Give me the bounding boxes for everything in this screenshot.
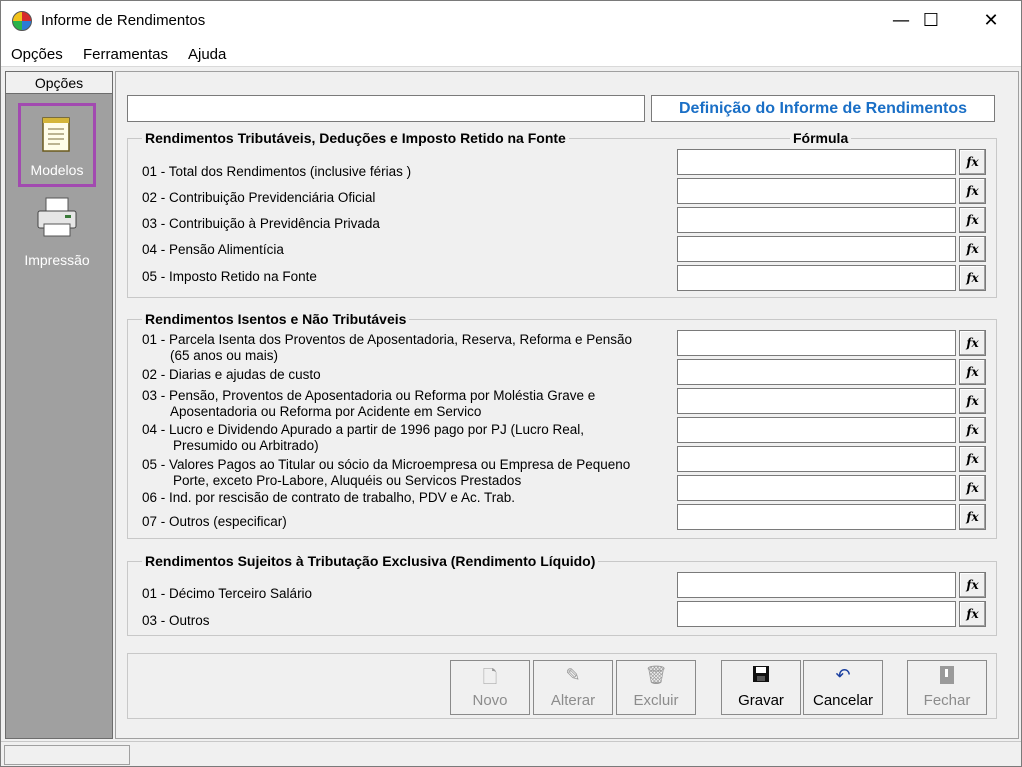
row-label: 02 - Diarias e ajudas de custo (142, 367, 321, 382)
formula-input[interactable] (677, 149, 956, 175)
formula-input[interactable] (677, 475, 956, 501)
fx-button[interactable]: fx (959, 359, 986, 385)
title-bar: Informe de Rendimentos — ☐ ✕ (1, 1, 1021, 39)
delete-icon: 🗑 (644, 665, 668, 686)
fx-button[interactable]: fx (959, 601, 986, 627)
fx-button[interactable]: fx (959, 236, 986, 262)
menu-bar: Opções Ferramentas Ajuda (1, 39, 1021, 67)
formula-input[interactable] (677, 572, 956, 598)
save-icon (722, 661, 800, 687)
formula-input[interactable] (677, 265, 956, 291)
status-bar (1, 741, 1021, 766)
fx-button[interactable]: fx (959, 446, 986, 472)
fx-button[interactable]: fx (959, 475, 986, 501)
gravar-button[interactable]: Gravar (721, 660, 801, 715)
group-title: Rendimentos Sujeitos à Tributação Exclus… (142, 553, 599, 569)
form-title: Definição do Informe de Rendimentos (651, 95, 995, 122)
row-label: 01 - Total dos Rendimentos (inclusive fé… (142, 164, 412, 179)
row-label: 03 - Contribuição à Previdência Privada (142, 216, 380, 231)
row-label: 04 - Pensão Alimentícia (142, 242, 284, 257)
formula-input[interactable] (677, 236, 956, 262)
window-title: Informe de Rendimentos (41, 12, 206, 29)
row-label: 07 - Outros (especificar) (142, 514, 287, 529)
edit-document-icon: ✎ (565, 665, 581, 686)
status-pane (4, 745, 130, 765)
sidebar: Opções Modelos Impressão (5, 71, 113, 739)
model-name-input[interactable] (127, 95, 645, 122)
document-icon (42, 117, 70, 152)
fx-button[interactable]: fx (959, 178, 986, 204)
sidebar-item-label: Modelos (30, 162, 84, 178)
row-label: 06 - Ind. por rescisão de contrato de tr… (142, 490, 515, 505)
row-label: 04 - Lucro e Dividendo Apurado a partir … (142, 422, 585, 453)
row-label: 02 - Contribuição Previdenciária Oficial (142, 190, 376, 205)
row-label: 05 - Valores Pagos ao Titular ou sócio d… (142, 457, 631, 488)
group-isentos: Rendimentos Isentos e Não Tributáveis 01… (127, 311, 997, 539)
formula-input[interactable] (677, 601, 956, 627)
cancelar-button[interactable]: ↶ Cancelar (803, 660, 883, 715)
fx-button[interactable]: fx (959, 330, 986, 356)
group-exclusiva: Rendimentos Sujeitos à Tributação Exclus… (127, 553, 997, 636)
formula-input[interactable] (677, 446, 956, 472)
formula-input[interactable] (677, 178, 956, 204)
menu-opcoes[interactable]: Opções (11, 46, 63, 63)
app-window: Informe de Rendimentos — ☐ ✕ Opções Ferr… (0, 0, 1022, 767)
app-logo-icon (12, 11, 32, 31)
sidebar-item-modelos[interactable]: Modelos (18, 103, 96, 187)
row-label: 01 - Décimo Terceiro Salário (142, 586, 313, 601)
exit-icon (908, 661, 986, 687)
alterar-button[interactable]: ✎ Alterar (533, 660, 613, 715)
fx-button[interactable]: fx (959, 207, 986, 233)
fechar-button[interactable]: Fechar (907, 660, 987, 715)
excluir-button[interactable]: 🗑 Excluir (616, 660, 696, 715)
fx-button[interactable]: fx (959, 149, 986, 175)
novo-button[interactable]: 🗋 Novo (450, 660, 530, 715)
menu-ajuda[interactable]: Ajuda (188, 46, 226, 63)
formula-input[interactable] (677, 359, 956, 385)
sidebar-item-label: Impressão (24, 252, 90, 268)
row-label: 03 - Outros (142, 613, 210, 628)
menu-ferramentas[interactable]: Ferramentas (83, 46, 168, 63)
undo-icon: ↶ (835, 665, 851, 686)
row-label: 03 - Pensão, Proventos de Aposentadoria … (142, 388, 596, 419)
fx-button[interactable]: fx (959, 504, 986, 530)
maximize-button[interactable]: ☐ (901, 1, 961, 39)
main-panel: Definição do Informe de Rendimentos Rend… (115, 71, 1019, 739)
new-document-icon: 🗋 (482, 667, 498, 688)
sidebar-item-impressao[interactable]: Impressão (18, 190, 96, 274)
formula-input[interactable] (677, 388, 956, 414)
printer-icon (37, 197, 77, 237)
formula-input[interactable] (677, 207, 956, 233)
group-title: Rendimentos Tributáveis, Deduções e Impo… (142, 130, 569, 146)
sidebar-header: Opções (6, 72, 112, 94)
action-button-panel: 🗋 Novo ✎ Alterar 🗑 Excluir Gravar ↶ Canc… (127, 653, 997, 719)
close-button[interactable]: ✕ (961, 1, 1021, 39)
formula-header: Fórmula (790, 130, 852, 146)
fx-button[interactable]: fx (959, 417, 986, 443)
fx-button[interactable]: fx (959, 572, 986, 598)
row-label: 01 - Parcela Isenta dos Proventos de Apo… (142, 332, 633, 363)
group-tributaveis: Rendimentos Tributáveis, Deduções e Impo… (127, 130, 997, 298)
row-label: 05 - Imposto Retido na Fonte (142, 269, 317, 284)
fx-button[interactable]: fx (959, 388, 986, 414)
formula-input[interactable] (677, 417, 956, 443)
formula-input[interactable] (677, 504, 956, 530)
group-title: Rendimentos Isentos e Não Tributáveis (142, 311, 410, 327)
formula-input[interactable] (677, 330, 956, 356)
fx-button[interactable]: fx (959, 265, 986, 291)
